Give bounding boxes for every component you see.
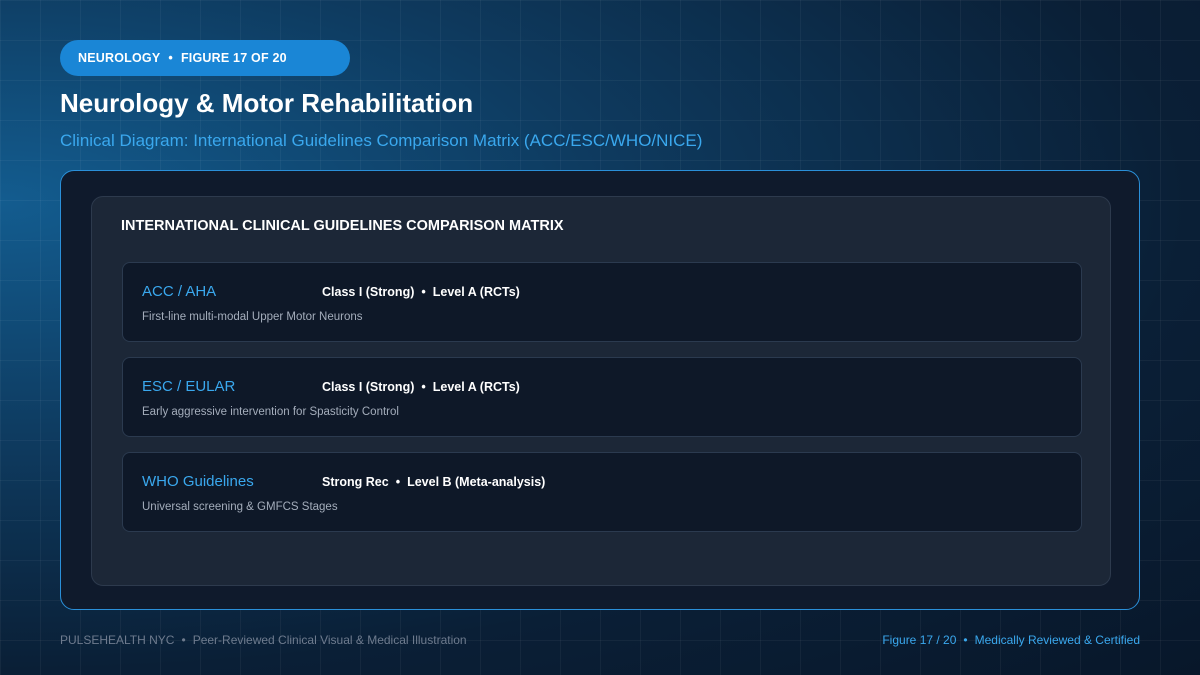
footer-separator: • (181, 633, 186, 647)
recommendation-separator: • (421, 380, 426, 394)
evidence-level: Level B (Meta-analysis) (407, 475, 546, 489)
guideline-row-acc-aha: ACC / AHA Class I (Strong) • Level A (RCTs… (122, 262, 1082, 342)
guideline-description: Early aggressive intervention for Spasti… (142, 406, 399, 418)
recommendation-strength: Strong Rec (322, 475, 389, 489)
guideline-description: First-line multi-modal Upper Motor Neuro… (142, 311, 363, 323)
evidence-level: Level A (RCTs) (432, 285, 520, 299)
footer-certification: Medically Reviewed & Certified (974, 633, 1140, 647)
badge-section: NEUROLOGY (78, 51, 161, 65)
badge-separator: • (168, 51, 173, 65)
footer-separator: • (963, 633, 968, 647)
guideline-org: ESC / EULAR (142, 378, 236, 395)
guideline-org: WHO Guidelines (142, 473, 254, 490)
guideline-recommendation: Class I (Strong) • Level A (RCTs) (322, 380, 520, 394)
recommendation-strength: Class I (Strong) (322, 285, 415, 299)
footer-figure-line: Figure 17 / 20 • Medically Reviewed & Cert… (882, 633, 1140, 647)
guideline-org: ACC / AHA (142, 283, 217, 300)
footer-figure: Figure 17 / 20 (882, 633, 957, 647)
evidence-level: Level A (RCTs) (432, 380, 520, 394)
recommendation-separator: • (395, 475, 401, 489)
footer-brand-line: PULSEHEALTH NYC • Peer-Reviewed Clinical V… (60, 633, 467, 647)
footer-tagline: Peer-Reviewed Clinical Visual & Medical … (192, 633, 467, 647)
guideline-recommendation: Class I (Strong) • Level A (RCTs) (322, 285, 520, 299)
matrix-panel: INTERNATIONAL CLINICAL GUIDELINES COMPAR… (91, 196, 1111, 586)
section-badge: NEUROLOGY • FIGURE 17 OF 20 (60, 40, 350, 76)
guideline-row-who: WHO Guidelines Strong Rec • Level B (Meta-… (122, 452, 1082, 532)
diagram-panel: INTERNATIONAL CLINICAL GUIDELINES COMPAR… (60, 170, 1140, 610)
guideline-description: Universal screening & GMFCS Stages (142, 501, 338, 513)
recommendation-strength: Class I (Strong) (322, 380, 415, 394)
page-subtitle: Clinical Diagram: International Guidelin… (60, 131, 703, 150)
guideline-row-esc-eular: ESC / EULAR Class I (Strong) • Level A (RC… (122, 357, 1082, 437)
recommendation-separator: • (421, 285, 426, 299)
footer-brand: PULSEHEALTH NYC (60, 633, 175, 647)
matrix-title: INTERNATIONAL CLINICAL GUIDELINES COMPAR… (121, 218, 564, 234)
guideline-recommendation: Strong Rec • Level B (Meta-analysis) (322, 475, 545, 489)
page-title: Neurology & Motor Rehabilitation (60, 88, 474, 118)
badge-figure: FIGURE 17 OF 20 (180, 51, 287, 65)
